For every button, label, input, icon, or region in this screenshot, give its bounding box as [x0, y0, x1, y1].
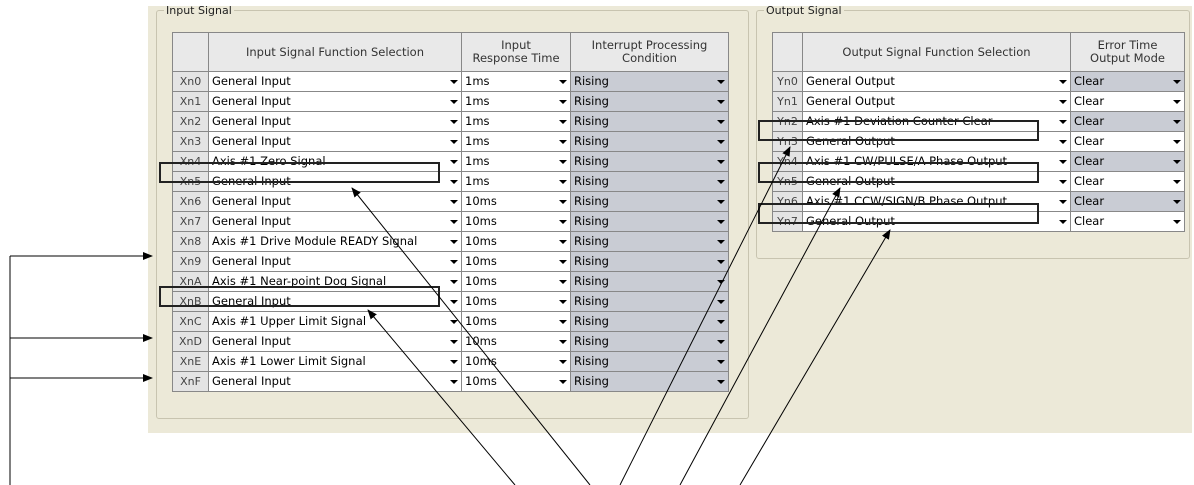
- annotation-overlay: [9, 146, 891, 485]
- pointer-to-xn4: [351, 187, 591, 485]
- pointer-to-xna: [367, 309, 516, 485]
- pointer-to-yn4: [679, 187, 841, 485]
- pointer-to-yn6: [739, 229, 891, 485]
- pointer-to-yn2: [619, 146, 791, 485]
